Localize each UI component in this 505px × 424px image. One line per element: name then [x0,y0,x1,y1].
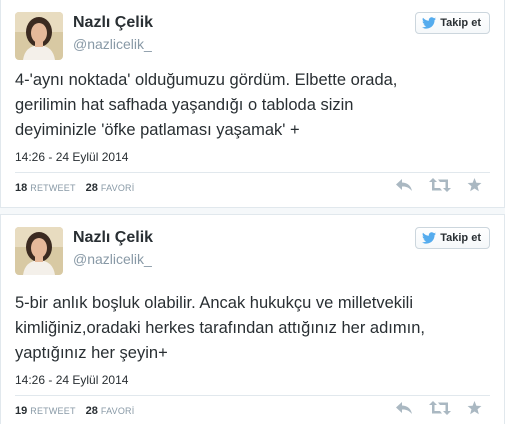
star-icon[interactable] [467,401,482,415]
favorite-count[interactable]: 28 [86,182,98,194]
reply-icon[interactable] [395,178,413,192]
follow-label: Takip et [440,17,481,29]
follow-button[interactable]: Takip et [415,12,490,34]
retweet-icon[interactable] [429,401,451,415]
tweet-text: 5-bir anlık boşluk olabilir. Ancak hukuk… [15,294,425,362]
display-name[interactable]: Nazlı Çelik [73,229,153,247]
retweet-count[interactable]: 19 [15,405,27,417]
tweet-text: 4-'aynı noktada' olduğumuzu gördüm. Elbe… [15,71,398,139]
retweet-icon[interactable] [429,178,451,192]
reply-icon[interactable] [395,401,413,415]
retweet-label[interactable]: RETWEET [30,406,75,416]
divider [15,395,490,396]
follow-button[interactable]: Takip et [415,227,490,249]
twitter-bird-icon [422,17,437,29]
avatar[interactable] [15,227,63,275]
username[interactable]: @nazlicelik_ [73,251,152,267]
favorite-label[interactable]: FAVORİ [101,183,135,193]
tweet-card: Nazlı Çelik @nazlicelik_ Takip et 4-'ayn… [0,0,505,208]
star-icon[interactable] [467,178,482,192]
tweet-actions [379,178,482,192]
avatar[interactable] [15,12,63,60]
retweet-count[interactable]: 18 [15,182,27,194]
timestamp[interactable]: 14:26 - 24 Eylül 2014 [15,150,128,164]
timestamp[interactable]: 14:26 - 24 Eylül 2014 [15,373,128,387]
favorite-label[interactable]: FAVORİ [101,406,135,416]
display-name[interactable]: Nazlı Çelik [73,14,153,32]
tweet-stats: 19 RETWEET 28 FAVORİ [15,405,144,417]
follow-label: Takip et [440,232,481,244]
retweet-label[interactable]: RETWEET [30,183,75,193]
favorite-count[interactable]: 28 [86,405,98,417]
tweet-actions [379,401,482,415]
twitter-bird-icon [422,232,437,244]
tweet-card: Nazlı Çelik @nazlicelik_ Takip et 5-bir … [0,214,505,424]
username[interactable]: @nazlicelik_ [73,36,152,52]
tweet-stats: 18 RETWEET 28 FAVORİ [15,182,144,194]
divider [15,172,490,173]
